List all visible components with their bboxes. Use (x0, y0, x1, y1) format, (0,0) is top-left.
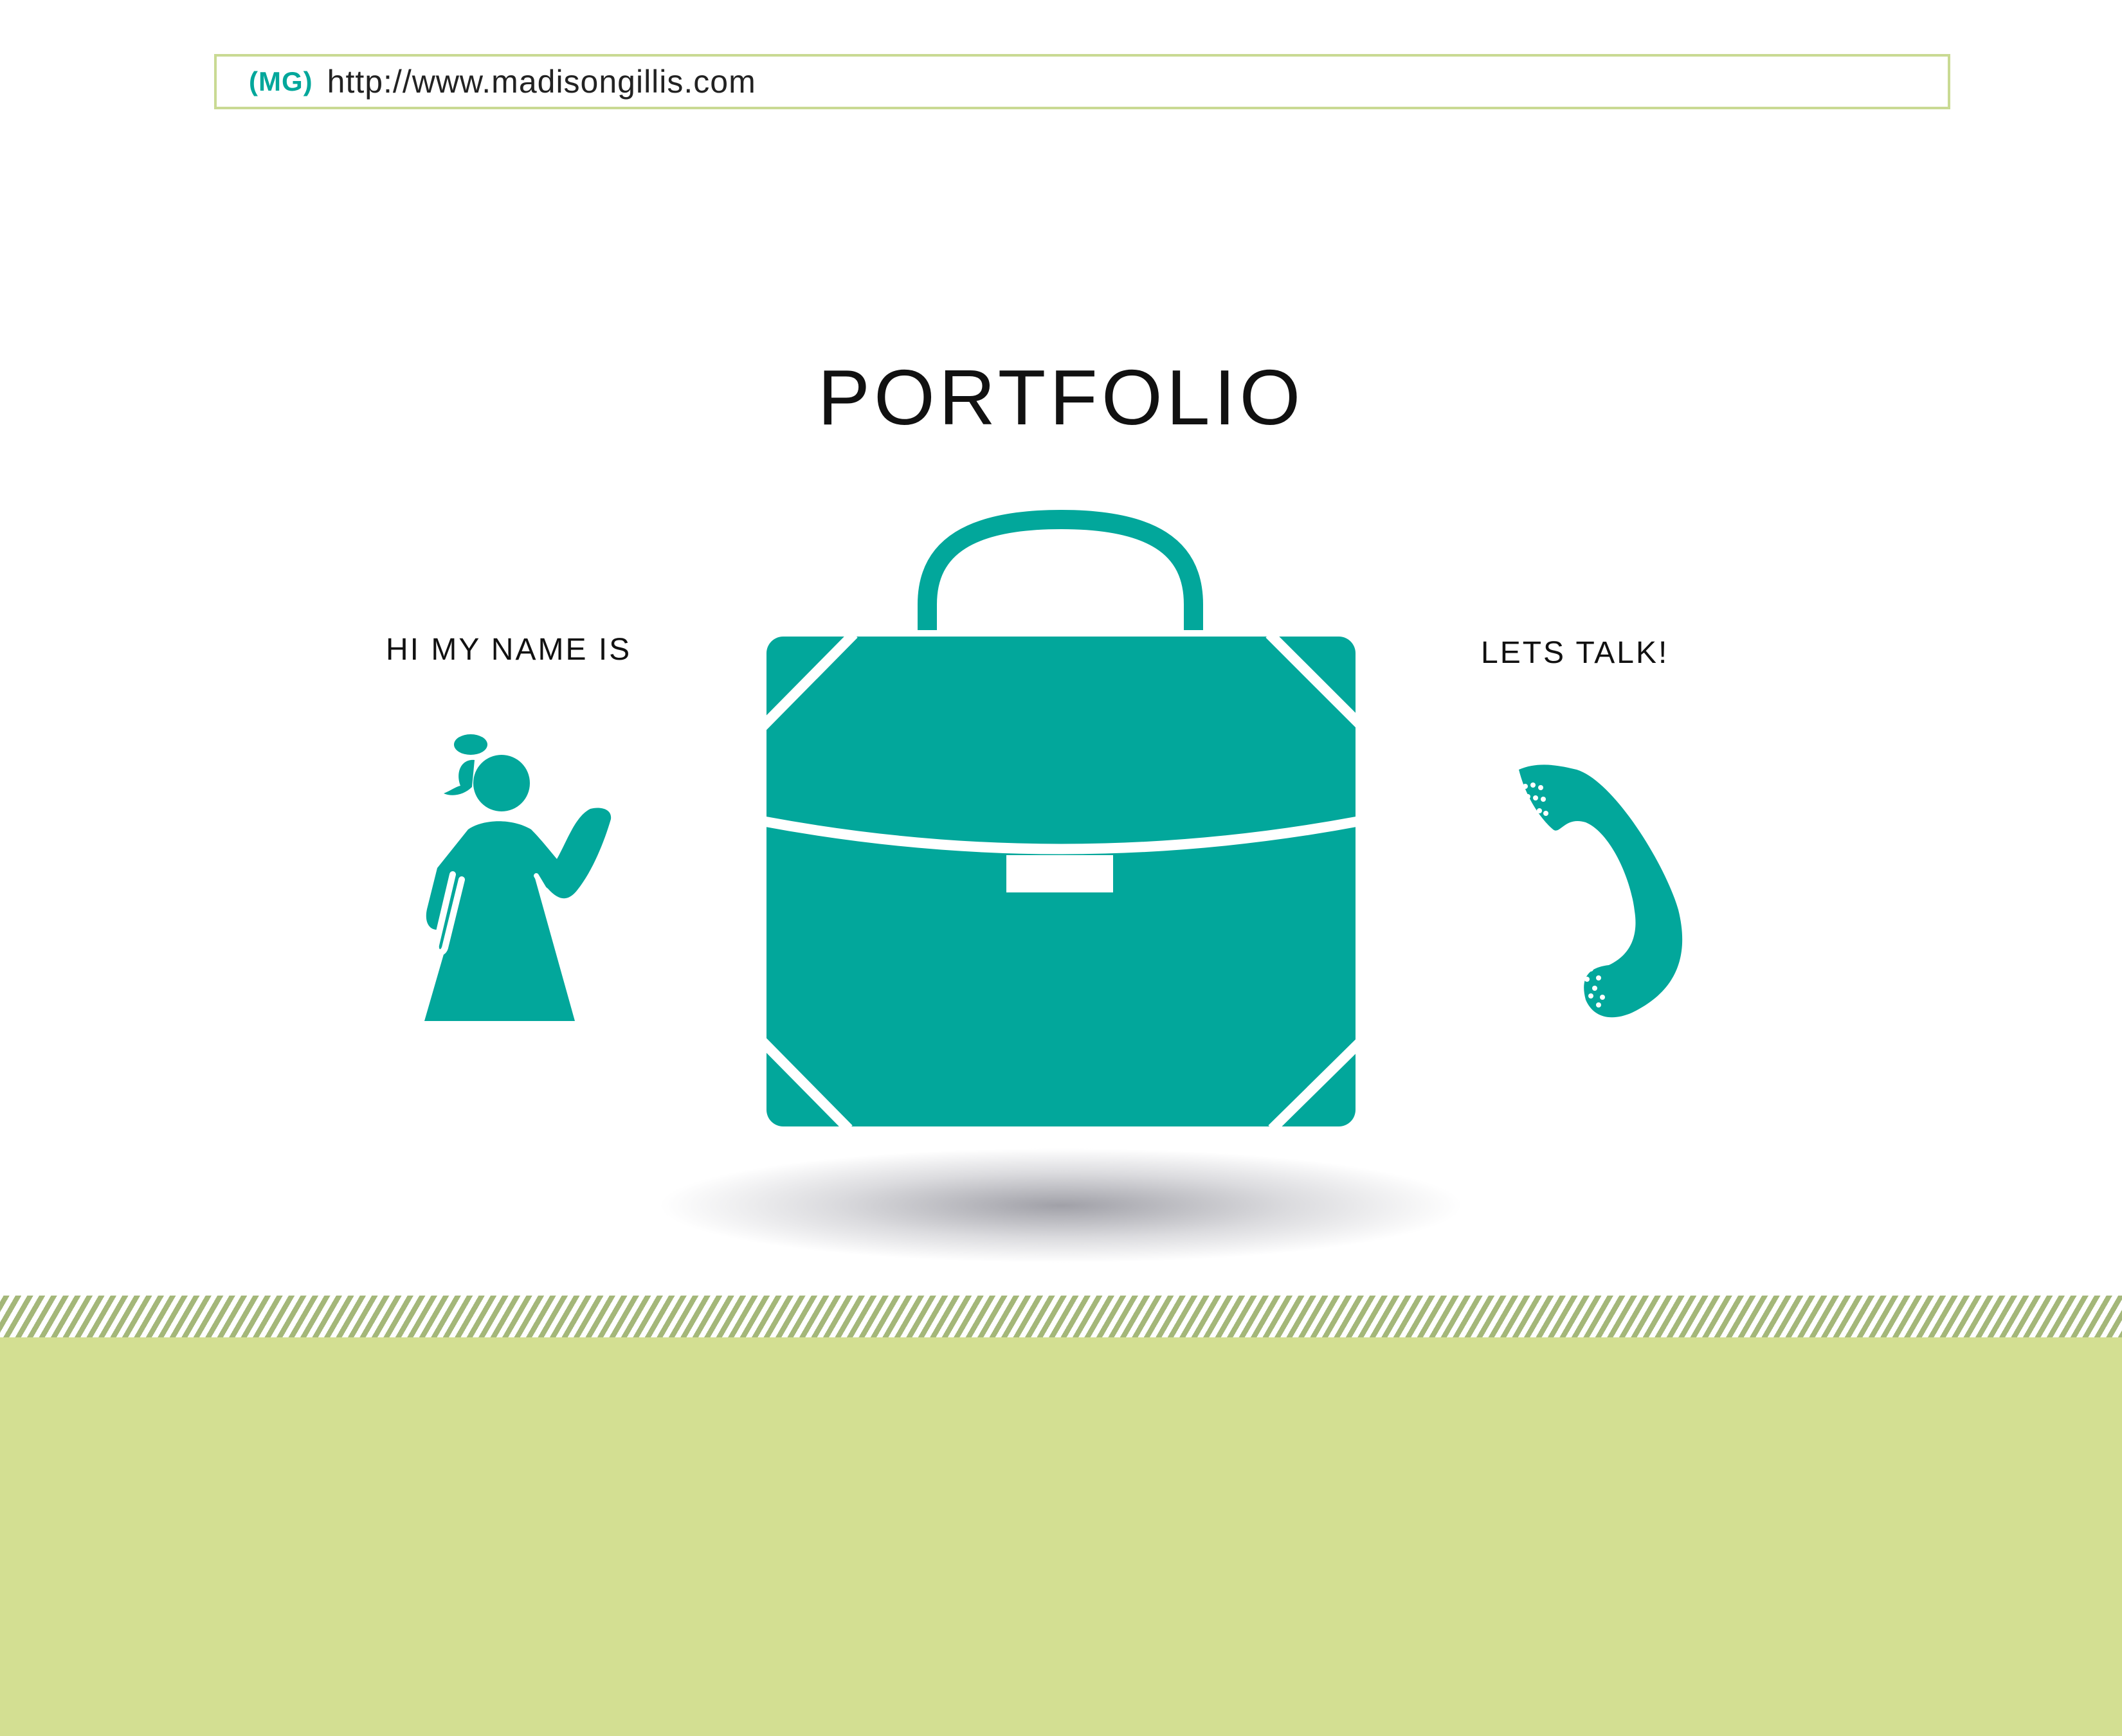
briefcase-shadow (656, 1148, 1466, 1263)
briefcase-icon[interactable] (759, 508, 1363, 1132)
about-label[interactable]: HI MY NAME IS (386, 632, 631, 667)
phone-handset-icon[interactable] (1505, 762, 1685, 1019)
page-title: PORTFOLIO (817, 354, 1305, 441)
address-bar[interactable]: (MG) http://www.madisongillis.com (214, 54, 1950, 109)
ground-area (0, 1337, 2122, 1736)
waving-girl-icon[interactable] (386, 733, 617, 1029)
ground-stripe-border (0, 1296, 2122, 1341)
contact-label[interactable]: LETS TALK! (1481, 635, 1669, 671)
site-logo[interactable]: (MG) (249, 66, 313, 97)
url-text[interactable]: http://www.madisongillis.com (327, 63, 756, 100)
